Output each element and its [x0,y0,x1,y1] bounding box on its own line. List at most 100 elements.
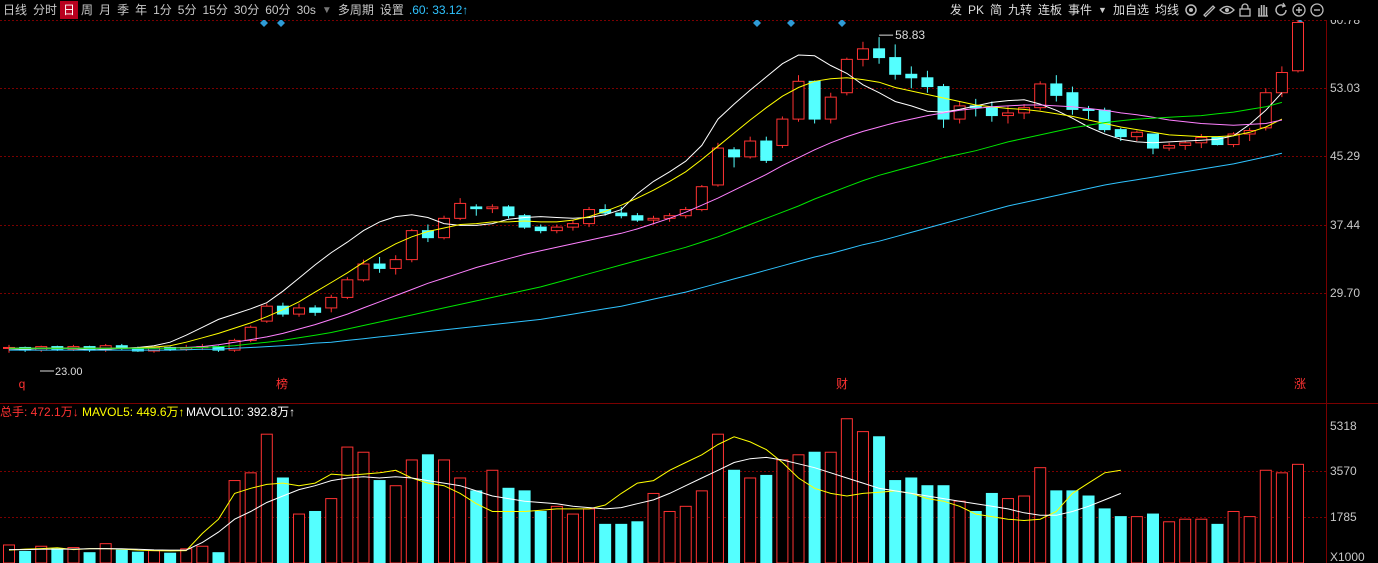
volume-bar[interactable] [51,548,64,563]
gear-icon[interactable] [1183,2,1199,18]
volume-bar[interactable] [1146,513,1159,563]
volume-bar[interactable] [131,551,144,563]
simple-button[interactable]: 简 [987,1,1005,19]
volume-bar[interactable] [83,552,96,563]
tab-15min[interactable]: 15分 [199,1,230,19]
volume-bar[interactable] [164,552,177,563]
tab-month[interactable]: 月 [96,1,114,19]
volume-bar[interactable] [1243,516,1256,563]
volume-bar[interactable] [695,490,708,563]
volume-bar[interactable] [1163,521,1176,563]
tab-day[interactable]: 日 [60,1,79,19]
refresh-icon[interactable] [1273,2,1289,18]
volume-bar[interactable] [776,459,789,563]
volume-bar[interactable] [985,492,998,563]
add-watchlist-button[interactable]: 加自选 [1110,1,1152,19]
tab-intraday[interactable]: 分时 [30,1,60,19]
settings-button[interactable]: 设置 [377,1,407,19]
volume-bar[interactable] [744,477,757,563]
volume-bar[interactable] [534,510,547,563]
volume-bar[interactable] [953,500,966,563]
volume-bar[interactable] [905,477,918,563]
volume-bar[interactable] [1292,463,1304,563]
kline-chart[interactable]: 60.7853.0345.2937.4429.70531835701785X10… [0,0,1378,563]
volume-bar[interactable] [631,521,644,563]
pk-button[interactable]: PK [965,1,987,19]
tab-week[interactable]: 周 [78,1,96,19]
volume-bar[interactable] [550,505,563,563]
volume-bar[interactable] [663,510,676,563]
candle[interactable] [260,303,273,323]
tab-5min[interactable]: 5分 [175,1,200,19]
volume-bar[interactable] [357,451,370,563]
volume-bar[interactable] [1211,523,1224,563]
candle[interactable] [405,228,418,263]
volume-bar[interactable] [212,552,225,563]
volume-bar[interactable] [438,459,451,563]
candle[interactable] [341,277,354,300]
volume-bar[interactable] [679,505,692,563]
volume-bar[interactable] [1114,516,1127,563]
eye-icon[interactable] [1219,2,1235,18]
volume-bar[interactable] [969,510,982,563]
volume-bar[interactable] [824,451,837,563]
volume-bar[interactable] [889,480,902,563]
volume-bar[interactable] [260,433,273,563]
candle[interactable] [824,92,837,124]
volume-bar[interactable] [99,543,112,563]
volume-bar[interactable] [1179,518,1192,563]
zoom-in-icon[interactable] [1291,2,1307,18]
volume-bar[interactable] [840,418,853,563]
volume-bar[interactable] [1195,518,1208,563]
volume-bar[interactable] [1227,510,1240,563]
volume-bar[interactable] [1018,495,1031,563]
volume-bar[interactable] [341,446,354,563]
tab-daily-line[interactable]: 日线 [0,1,30,19]
publish-button[interactable]: 发 [947,1,965,19]
volume-bar[interactable] [1259,469,1272,563]
tab-quarter[interactable]: 季 [114,1,132,19]
volume-bar[interactable] [1066,490,1079,563]
volume-bar[interactable] [405,459,418,563]
candle[interactable] [776,116,789,149]
candle[interactable] [792,75,805,122]
period-dropdown-icon[interactable]: ▼ [319,5,335,16]
tab-1min[interactable]: 1分 [150,1,175,19]
candle[interactable] [1292,20,1304,73]
volume-bar[interactable] [856,431,869,563]
multi-period-button[interactable]: 多周期 [335,1,377,19]
volume-bar[interactable] [1275,472,1288,563]
volume-bar[interactable] [566,513,579,563]
volume-bar[interactable] [1130,516,1143,563]
volume-bar[interactable] [389,485,402,563]
pen-icon[interactable] [1201,2,1217,18]
candle[interactable] [760,136,773,163]
volume-bar[interactable] [615,523,628,563]
tab-year[interactable]: 年 [132,1,150,19]
volume-bar[interactable] [325,498,338,563]
tab-30min[interactable]: 30分 [231,1,262,19]
volume-bar[interactable] [873,436,886,563]
zoom-out-icon[interactable] [1309,2,1325,18]
volume-bar[interactable] [19,550,32,563]
volume-bar[interactable] [583,508,596,563]
volume-bar[interactable] [276,477,289,563]
volume-bar[interactable] [421,454,434,563]
average-line-button[interactable]: 均线 [1152,1,1182,19]
volume-bar[interactable] [196,545,209,563]
tab-60min[interactable]: 60分 [262,1,293,19]
volume-bar[interactable] [711,433,724,563]
volume-bar[interactable] [760,474,773,563]
volume-bar[interactable] [937,485,950,563]
volume-bar[interactable] [1050,490,1063,563]
limit-up-button[interactable]: 连板 [1035,1,1065,19]
volume-bar[interactable] [373,480,386,563]
volume-bar[interactable] [309,510,322,563]
tab-30s[interactable]: 30s [294,1,319,19]
volume-bar[interactable] [728,469,741,563]
volume-bar[interactable] [599,523,612,563]
candle[interactable] [808,80,821,124]
volume-bar[interactable] [792,454,805,563]
volume-bar[interactable] [115,549,128,563]
event-button[interactable]: 事件 [1065,1,1095,19]
